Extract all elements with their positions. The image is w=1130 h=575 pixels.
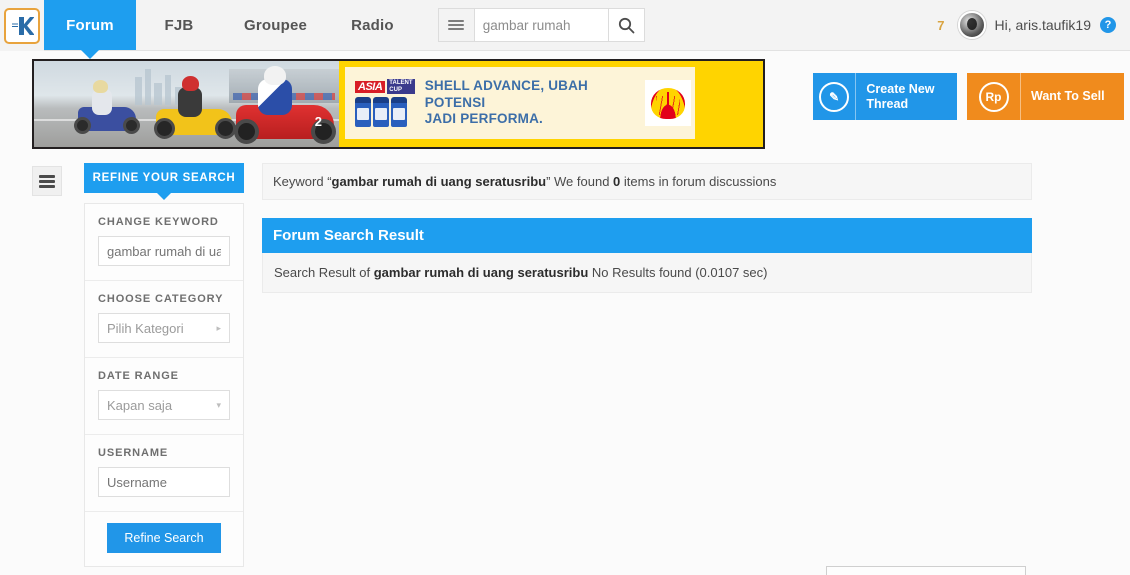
cup-label: CUP (389, 86, 402, 93)
sidebar-toggle-button[interactable] (32, 166, 62, 196)
chevron-right-icon: ▸ (216, 322, 221, 333)
date-range-value: Kapan saja (107, 397, 173, 413)
search-icon (618, 17, 635, 33)
content-area: REFINE YOUR SEARCH CHANGE KEYWORD CHOOSE… (0, 163, 1130, 567)
search-field-wrap (473, 8, 609, 42)
notification-badge[interactable]: 7 (933, 17, 948, 34)
asia-label: ASIA (355, 80, 386, 93)
top-navigation-bar: Forum FJB Groupee Radio 7 Hi, aris.taufi… (0, 0, 1130, 59)
nav-tab-fjb[interactable]: FJB (136, 0, 222, 50)
choose-category-select[interactable]: Pilih Kategori ▸ (98, 313, 230, 343)
banner-row: 2 ASIA TALENT CUP SHELL ADVANCE, UBAH PO… (0, 51, 1130, 149)
refine-search-sidebar: REFINE YOUR SEARCH CHANGE KEYWORD CHOOSE… (84, 163, 244, 567)
advertisement-banner[interactable]: 2 ASIA TALENT CUP SHELL ADVANCE, UBAH PO… (32, 59, 765, 149)
keyword-summary-bar: Keyword “gambar rumah di uang seratusrib… (262, 163, 1032, 200)
want-to-sell-button[interactable]: Rp Want To Sell (967, 73, 1124, 120)
oil-bottles-image (355, 97, 419, 128)
pencil-icon: ✎ (813, 73, 857, 120)
nav-tab-forum[interactable]: Forum (44, 0, 136, 59)
ad-headline-line2: JADI PERFORMA. (424, 111, 544, 127)
keyword-suffix: items in forum discussions (620, 174, 777, 189)
rider-scooter (72, 80, 142, 134)
keyword-prefix: Keyword “ (273, 174, 332, 189)
refine-search-button[interactable]: Refine Search (107, 523, 221, 553)
pencil-icon-circle: ✎ (819, 81, 850, 112)
rupiah-icon: Rp (967, 73, 1021, 120)
kaskus-k-glyph (12, 16, 34, 35)
result-suffix: No Results found (0.0107 sec) (588, 265, 768, 280)
avatar[interactable] (957, 11, 986, 39)
hamburger-icon (39, 173, 55, 190)
search-category-button[interactable] (437, 8, 474, 42)
nav-tab-radio[interactable]: Radio (329, 0, 416, 50)
filter-choose-category: CHOOSE CATEGORY Pilih Kategori ▸ (85, 281, 243, 358)
ad-yellow-panel: ASIA TALENT CUP SHELL ADVANCE, UBAH POTE… (339, 61, 763, 147)
change-keyword-input[interactable] (98, 236, 230, 266)
talent-cup-label: TALENT CUP (387, 78, 415, 95)
keyword-text: gambar rumah di uang seratusribu (331, 174, 547, 189)
create-new-thread-label: Create New Thread (866, 81, 935, 111)
logo-container[interactable] (0, 0, 44, 51)
filter-change-keyword: CHANGE KEYWORD (85, 204, 243, 281)
help-icon[interactable]: ? (1100, 17, 1116, 33)
filter-date-range-label: DATE RANGE (98, 370, 179, 382)
ad-headline: SHELL ADVANCE, UBAH POTENSI JADI PERFORM… (425, 78, 645, 129)
username-input[interactable] (98, 467, 230, 497)
result-keyword: gambar rumah di uang seratusribu (373, 265, 589, 280)
filter-change-keyword-label: CHANGE KEYWORD (98, 216, 219, 228)
nav-tab-groupee-label: Groupee (244, 16, 308, 34)
rupiah-icon-circle: Rp (978, 81, 1009, 112)
main-nav-tabs: Forum FJB Groupee Radio (44, 0, 416, 59)
rider-racebike: 2 (230, 66, 339, 144)
rider-motorbike (152, 75, 238, 139)
kaskus-logo-icon[interactable] (4, 7, 40, 44)
refine-search-panel: CHANGE KEYWORD CHOOSE CATEGORY Pilih Kat… (84, 203, 244, 567)
race-number-label: 2 (314, 114, 322, 129)
choose-category-value: Pilih Kategori (107, 320, 184, 336)
search-results-main: Keyword “gambar rumah di uang seratusrib… (262, 163, 1032, 293)
bottom-panel-edge[interactable] (826, 566, 1026, 575)
create-new-thread-button[interactable]: ✎ Create New Thread (813, 73, 957, 120)
search-submit-button[interactable] (608, 8, 645, 42)
forum-search-result-title: Forum Search Result (262, 218, 1032, 253)
nav-tab-groupee[interactable]: Groupee (222, 0, 329, 50)
cta-button-group: ✎ Create New Thread Rp Want To Sell (813, 73, 1124, 120)
refine-search-title: REFINE YOUR SEARCH (84, 163, 244, 200)
ad-content-card: ASIA TALENT CUP SHELL ADVANCE, UBAH POTE… (345, 67, 695, 139)
filter-username-label: USERNAME (98, 447, 169, 459)
nav-tab-forum-label: Forum (66, 16, 114, 34)
keyword-middle: ” We found (546, 174, 614, 189)
filter-date-range: DATE RANGE Kapan saja ▾ (85, 358, 243, 435)
talent-label: TALENT (389, 79, 413, 86)
search-input[interactable] (482, 17, 600, 33)
want-to-sell-label: Want To Sell (1031, 89, 1105, 103)
user-greeting[interactable]: Hi, aris.taufik19 (995, 17, 1091, 33)
filter-username: USERNAME (85, 435, 243, 512)
filter-choose-category-label: CHOOSE CATEGORY (98, 293, 224, 305)
refine-search-footer: Refine Search (85, 512, 243, 566)
chevron-down-icon: ▾ (216, 399, 221, 410)
hamburger-icon (448, 18, 465, 32)
ad-headline-line1: SHELL ADVANCE, UBAH POTENSI (424, 77, 589, 110)
result-prefix: Search Result of (274, 265, 374, 280)
forum-search-result-body: Search Result of gambar rumah di uang se… (262, 253, 1032, 293)
asia-talent-cup-logo: ASIA TALENT CUP (345, 78, 419, 128)
nav-tab-radio-label: Radio (351, 16, 394, 34)
nav-tab-fjb-label: FJB (164, 16, 194, 34)
shell-logo-icon (644, 80, 691, 126)
ad-motorcycle-photo: 2 (34, 61, 339, 147)
date-range-select[interactable]: Kapan saja ▾ (98, 390, 230, 420)
search-bar (437, 8, 645, 42)
user-area: 7 Hi, aris.taufik19 ? (933, 0, 1130, 50)
